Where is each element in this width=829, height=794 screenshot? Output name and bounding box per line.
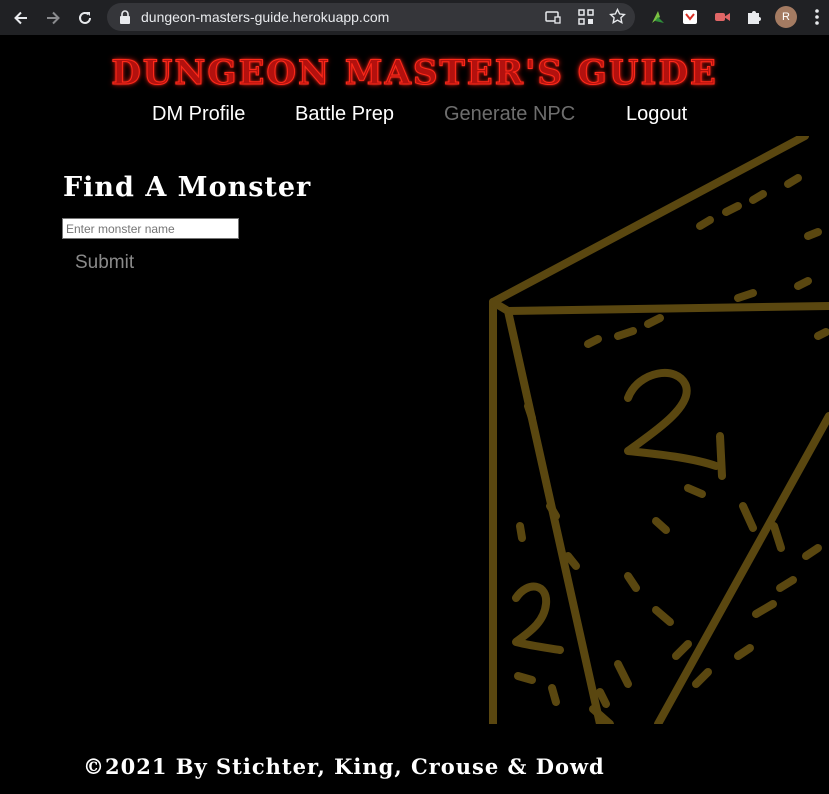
footer-copyright: ©2021 By Stichter, King, Crouse & Dowd <box>83 754 605 779</box>
submit-button[interactable]: Submit <box>75 252 134 274</box>
menu-icon[interactable] <box>806 6 828 28</box>
page-title: Find A Monster <box>63 172 312 203</box>
browser-toolbar: dungeon-masters-guide.herokuapp.com R <box>0 0 829 35</box>
nav-dm-profile[interactable]: DM Profile <box>152 103 245 126</box>
extension-icon[interactable] <box>679 6 701 28</box>
extension-icon[interactable] <box>711 6 733 28</box>
cast-icon[interactable] <box>545 9 561 30</box>
nav-battle-prep[interactable]: Battle Prep <box>295 103 394 126</box>
nav-generate-npc[interactable]: Generate NPC <box>444 103 575 126</box>
address-bar[interactable]: dungeon-masters-guide.herokuapp.com <box>107 3 635 31</box>
back-arrow-icon[interactable] <box>8 5 34 31</box>
reload-icon[interactable] <box>72 5 98 31</box>
page-content: DUNGEON MASTER'S GUIDE DM Profile Battle… <box>0 35 829 794</box>
extension-icon[interactable] <box>647 6 669 28</box>
url-text: dungeon-masters-guide.herokuapp.com <box>141 9 390 25</box>
lock-icon <box>119 10 131 29</box>
star-icon[interactable] <box>609 7 626 30</box>
forward-arrow-icon[interactable] <box>40 5 66 31</box>
site-logo[interactable]: DUNGEON MASTER'S GUIDE <box>0 53 829 94</box>
nav-logout[interactable]: Logout <box>626 103 687 126</box>
qr-icon[interactable] <box>578 9 594 30</box>
monster-search-input[interactable] <box>62 218 239 239</box>
avatar[interactable]: R <box>775 6 797 28</box>
dice-illustration <box>489 136 829 724</box>
puzzle-icon[interactable] <box>743 6 765 28</box>
